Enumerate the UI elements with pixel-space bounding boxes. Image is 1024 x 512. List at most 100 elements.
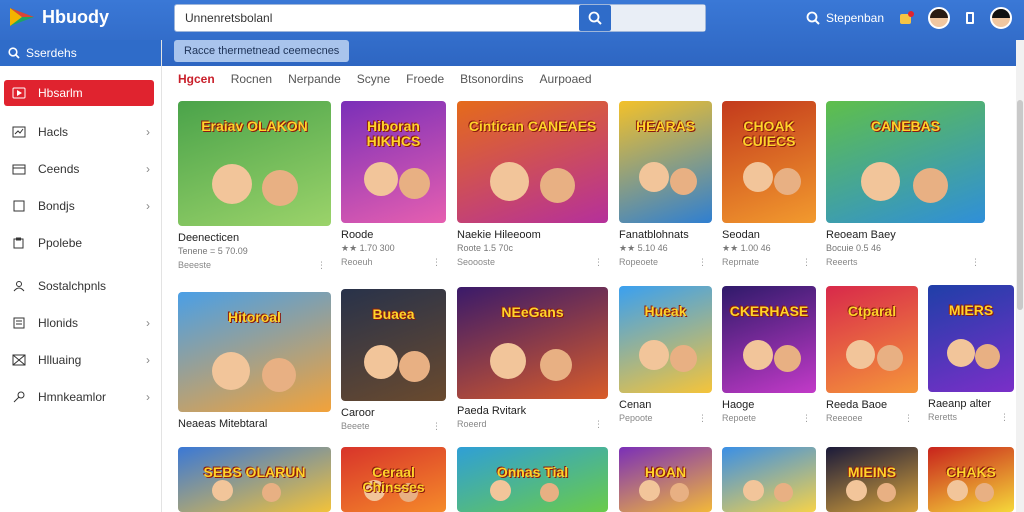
- app-title[interactable]: Naekie Hileeoom: [457, 229, 541, 241]
- tab[interactable]: Scyne: [357, 72, 390, 86]
- app-thumbnail[interactable]: CANEBAS: [826, 101, 985, 223]
- app-thumbnail[interactable]: HOAN: [619, 447, 712, 512]
- app-thumbnail[interactable]: Ctparal: [826, 286, 918, 393]
- more-options-icon[interactable]: ⋮: [802, 413, 811, 424]
- character-illustration: [540, 483, 559, 502]
- character-illustration: [490, 343, 526, 379]
- more-options-icon[interactable]: ⋮: [594, 419, 603, 430]
- app-thumbnail[interactable]: CKERHASE: [722, 286, 816, 393]
- app-title[interactable]: Neaeas Mitebtaral: [178, 418, 267, 430]
- app-thumbnail[interactable]: Buaea: [341, 289, 446, 401]
- app-title[interactable]: Fanatblohnats: [619, 229, 689, 241]
- thumbnail-title: CHOAK CUIECS: [742, 118, 796, 149]
- chevron-right-icon: ›: [146, 162, 150, 176]
- app-thumbnail[interactable]: HEARAS: [619, 101, 712, 223]
- app-rating: ★★ 5.10 46: [619, 243, 668, 253]
- search-button[interactable]: [579, 5, 611, 31]
- app-title[interactable]: Roode: [341, 229, 373, 241]
- app-title[interactable]: Deenecticen: [178, 232, 239, 244]
- avatar[interactable]: [928, 7, 950, 29]
- more-options-icon[interactable]: ⋮: [1000, 412, 1009, 423]
- character-illustration: [670, 483, 689, 502]
- character-illustration: [743, 480, 764, 501]
- app-publisher: Reoeuh: [341, 257, 373, 267]
- sidebar-header-label: Sserdehs: [26, 46, 77, 60]
- tab[interactable]: Hgcen: [178, 72, 215, 86]
- tab[interactable]: Btsonordins: [460, 72, 523, 86]
- character-illustration: [743, 162, 773, 192]
- sidebar-item[interactable]: Hlluaing ›: [4, 347, 154, 373]
- app-thumbnail[interactable]: MIERS: [928, 285, 1014, 392]
- app-thumbnail[interactable]: Cintican CANEAES: [457, 101, 608, 223]
- search-input[interactable]: [175, 5, 579, 31]
- tab[interactable]: Aurpoaed: [540, 72, 592, 86]
- chart-icon: [12, 126, 26, 138]
- app-thumbnail[interactable]: MIEINS: [826, 447, 918, 512]
- more-options-icon[interactable]: ⋮: [317, 260, 326, 271]
- more-options-icon[interactable]: ⋮: [971, 257, 980, 268]
- list-icon: [13, 317, 25, 329]
- more-options-icon[interactable]: ⋮: [432, 257, 441, 268]
- sidebar-item[interactable]: Sostalchpnls: [4, 273, 154, 299]
- search-icon[interactable]: [806, 11, 820, 25]
- more-options-icon[interactable]: ⋮: [594, 257, 603, 268]
- app-title[interactable]: Reeda Baoe: [826, 399, 887, 411]
- app-title[interactable]: Raeanp alter: [928, 398, 991, 410]
- more-options-icon[interactable]: ⋮: [802, 257, 811, 268]
- app-title[interactable]: Reoeam Baey: [826, 229, 896, 241]
- sidebar-item[interactable]: Ppolebe: [4, 230, 154, 256]
- app-title[interactable]: Cenan: [619, 399, 651, 411]
- app-thumbnail[interactable]: Hueak: [619, 286, 712, 393]
- app-thumbnail[interactable]: Ceraal Chinsses: [341, 447, 446, 512]
- app-thumbnail[interactable]: Eraiav OLAKON: [178, 101, 331, 226]
- tab[interactable]: Froede: [406, 72, 444, 86]
- sidebar-item[interactable]: Hlonids ›: [4, 310, 154, 336]
- filter-chip[interactable]: Racce thermetnead ceemecnes: [174, 40, 350, 62]
- more-options-icon[interactable]: ⋮: [904, 413, 913, 424]
- app-thumbnail[interactable]: CHAKS: [928, 447, 1014, 512]
- sidebar-header[interactable]: Sserdehs: [0, 40, 161, 66]
- app-publisher: Reprnate: [722, 257, 760, 267]
- app-thumbnail[interactable]: [722, 447, 816, 512]
- sidebar-item[interactable]: Hacls ›: [4, 119, 154, 145]
- thumbnail-title: MIERS: [948, 302, 994, 318]
- sidebar-item[interactable]: Hbsarlm: [4, 80, 154, 106]
- scrollbar[interactable]: [1016, 40, 1024, 512]
- app-title[interactable]: Caroor: [341, 407, 375, 419]
- sidebar-item[interactable]: Hmnkeamlor ›: [4, 384, 154, 410]
- app-rating: ★★ 1.00 46: [722, 243, 771, 253]
- character-illustration: [947, 480, 968, 501]
- app-thumbnail[interactable]: SEBS OLARUN: [178, 447, 331, 512]
- header-search-label[interactable]: Stepenban: [826, 11, 884, 25]
- bookmark-icon[interactable]: [964, 11, 976, 25]
- scrollbar-thumb[interactable]: [1017, 100, 1023, 310]
- sidebar-item[interactable]: Bondjs ›: [4, 193, 154, 219]
- thumbnail-title: NEeGans: [501, 304, 564, 320]
- thumbnail-title: Hitoroal: [228, 309, 281, 325]
- profile-avatar[interactable]: [990, 7, 1012, 29]
- app-publisher: Pepoote: [619, 413, 653, 423]
- app-thumbnail[interactable]: Onnas Tial: [457, 447, 608, 512]
- app-thumbnail[interactable]: Hitoroal: [178, 292, 331, 412]
- app-thumbnail[interactable]: Hiboran HIKHCS: [341, 101, 446, 223]
- app-title[interactable]: Haoge: [722, 399, 754, 411]
- more-options-icon[interactable]: ⋮: [698, 413, 707, 424]
- app-thumbnail[interactable]: CHOAK CUIECS: [722, 101, 816, 223]
- more-options-icon[interactable]: ⋮: [432, 421, 441, 432]
- app-rating: ★★ 1.70 300: [341, 243, 395, 253]
- notification-icon[interactable]: [898, 10, 914, 26]
- sidebar-item-label: Hlluaing: [38, 353, 82, 367]
- tab[interactable]: Rocnen: [231, 72, 272, 86]
- app-thumbnail[interactable]: NEeGans: [457, 287, 608, 399]
- app-title[interactable]: Paeda Rvitark: [457, 405, 526, 417]
- app-publisher: Reeerts: [826, 257, 858, 267]
- sidebar-item[interactable]: Ceends ›: [4, 156, 154, 182]
- more-options-icon[interactable]: ⋮: [698, 257, 707, 268]
- sidebar-item-label: Ceends: [38, 162, 80, 176]
- play-icon: [12, 87, 26, 99]
- character-illustration: [212, 480, 233, 501]
- app-logo[interactable]: Hbuody: [8, 6, 109, 28]
- tab[interactable]: Nerpande: [288, 72, 341, 86]
- app-publisher: Reretts: [928, 412, 958, 422]
- app-title[interactable]: Seodan: [722, 229, 760, 241]
